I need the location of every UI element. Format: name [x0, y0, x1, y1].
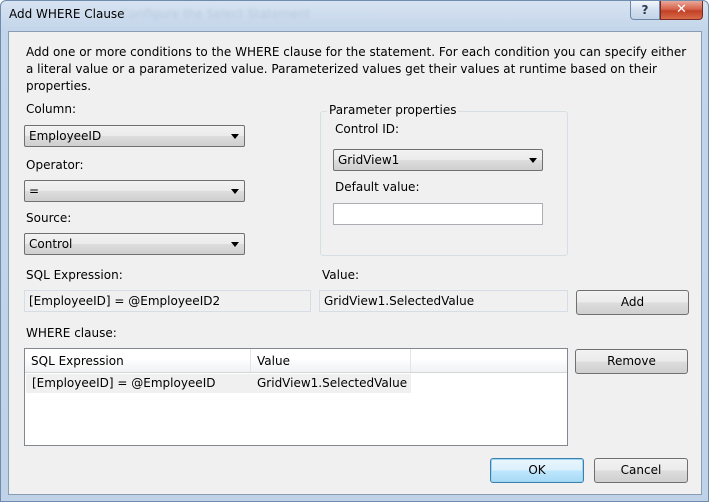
help-button[interactable]: ? [630, 1, 660, 20]
background-window-title: Configure the Select Statement [121, 7, 311, 21]
close-icon: ✕ [676, 2, 687, 17]
chevron-down-icon [231, 134, 239, 139]
row-value: GridView1.SelectedValue [257, 376, 408, 390]
operator-selected-value: = [29, 184, 40, 198]
row-sql-expression: [EmployeeID] = @EmployeeID [32, 376, 216, 390]
cancel-button[interactable]: Cancel [594, 458, 688, 483]
sql-expression-value: [EmployeeID] = @EmployeeID2 [29, 294, 221, 308]
sql-expression-field: [EmployeeID] = @EmployeeID2 [24, 290, 311, 312]
column-label: Column: [26, 102, 76, 116]
parameter-properties-legend: Parameter properties [327, 103, 459, 117]
control-id-combobox[interactable]: GridView1 [333, 149, 543, 171]
add-button[interactable]: Add [576, 290, 689, 315]
where-clause-list-header: SQL Expression Value [25, 349, 567, 373]
value-field: GridView1.SelectedValue [319, 290, 568, 312]
close-button[interactable]: ✕ [660, 1, 703, 20]
source-combobox[interactable]: Control [24, 233, 245, 255]
dialog-window: Add WHERE Clause Configure the Select St… [0, 0, 709, 502]
source-selected-value: Control [29, 237, 73, 251]
sql-expression-label: SQL Expression: [26, 268, 123, 282]
column-header-sql-expression-text: SQL Expression [31, 354, 124, 368]
chevron-down-icon [529, 158, 537, 163]
dialog-client-area: Add one or more conditions to the WHERE … [8, 31, 702, 495]
value-label: Value: [322, 268, 359, 282]
control-id-label: Control ID: [335, 122, 400, 136]
ok-button[interactable]: OK [490, 458, 584, 483]
remove-button[interactable]: Remove [575, 349, 688, 374]
operator-label: Operator: [26, 158, 84, 172]
chevron-down-icon [231, 189, 239, 194]
chevron-down-icon [231, 242, 239, 247]
source-label: Source: [26, 211, 72, 225]
column-header-value[interactable]: Value [251, 349, 411, 372]
description-text: Add one or more conditions to the WHERE … [26, 45, 687, 93]
control-id-selected-value: GridView1 [338, 153, 400, 167]
default-value-input[interactable] [333, 203, 543, 225]
operator-combobox[interactable]: = [24, 180, 245, 202]
default-value-label: Default value: [335, 180, 420, 194]
value-text: GridView1.SelectedValue [324, 294, 475, 308]
column-selected-value: EmployeeID [29, 129, 102, 143]
help-icon: ? [641, 3, 649, 17]
column-combobox[interactable]: EmployeeID [24, 125, 245, 147]
title-bar[interactable]: Add WHERE Clause Configure the Select St… [1, 1, 708, 31]
where-clause-list[interactable]: SQL Expression Value [EmployeeID] = @Emp… [24, 348, 568, 446]
where-clause-label: WHERE clause: [26, 326, 117, 340]
window-title: Add WHERE Clause [9, 7, 125, 21]
table-row[interactable]: [EmployeeID] = @EmployeeID GridView1.Sel… [26, 374, 411, 393]
column-header-sql-expression[interactable]: SQL Expression [25, 349, 251, 372]
column-header-value-text: Value [257, 354, 290, 368]
